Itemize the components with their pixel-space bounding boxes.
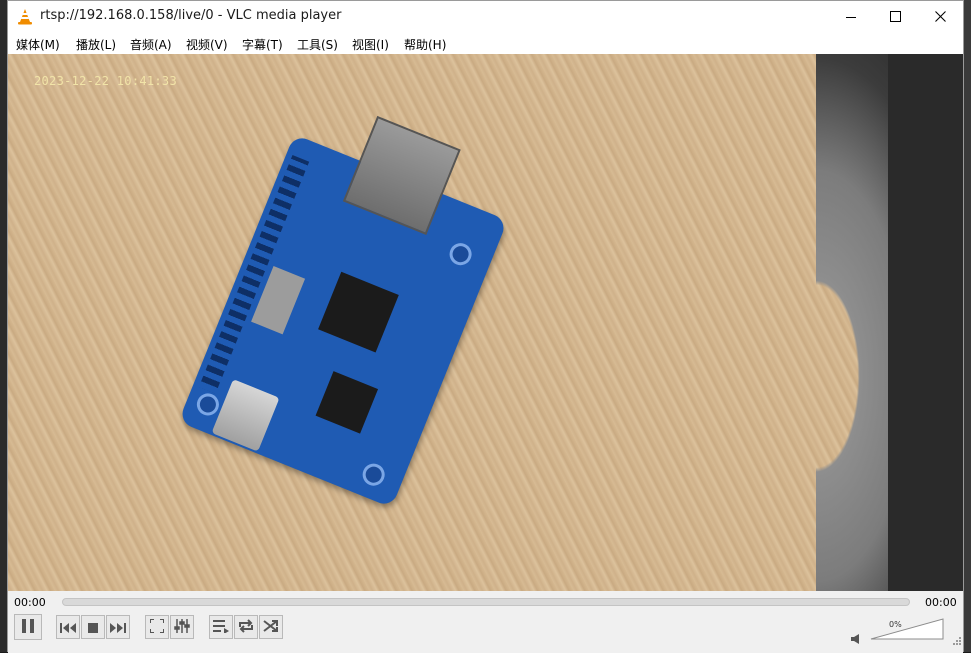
fullscreen-icon: [149, 617, 165, 637]
minimize-icon: [846, 12, 856, 22]
stop-icon: [88, 618, 98, 637]
loop-button[interactable]: [234, 615, 258, 639]
memory-chip: [315, 371, 379, 434]
menu-media[interactable]: 媒体(M): [16, 36, 60, 53]
maximize-button[interactable]: [872, 1, 918, 32]
ethernet-port: [342, 115, 461, 235]
menu-subtitle[interactable]: 字幕(T): [242, 36, 283, 53]
previous-icon: [60, 618, 76, 637]
playlist-icon: [213, 618, 229, 637]
extended-settings-icon: [174, 618, 190, 637]
minimize-button[interactable]: [828, 1, 874, 32]
title-bar[interactable]: rtsp://192.168.0.158/live/0 - VLC media …: [8, 1, 963, 32]
menu-view[interactable]: 视图(I): [352, 36, 389, 53]
next-icon: [110, 618, 126, 637]
video-dark-region: [888, 54, 963, 591]
stop-button[interactable]: [81, 615, 105, 639]
desktop-background-right: [964, 0, 971, 652]
usb-c-port: [211, 379, 280, 452]
fullscreen-button[interactable]: [145, 615, 169, 639]
extended-settings-button[interactable]: [170, 615, 194, 639]
soc-chip: [318, 271, 399, 353]
resize-grip-icon[interactable]: [953, 631, 962, 650]
shuffle-button[interactable]: [259, 615, 283, 639]
close-button[interactable]: [917, 1, 963, 32]
mount-hole: [359, 460, 388, 489]
vlc-cone-icon: [17, 8, 33, 25]
menu-bar: 媒体(M) 播放(L) 音频(A) 视频(V) 字幕(T) 工具(S) 视图(I…: [8, 32, 963, 54]
mount-hole: [446, 239, 475, 269]
previous-button[interactable]: [56, 615, 80, 639]
vlc-window: rtsp://192.168.0.158/live/0 - VLC media …: [7, 0, 964, 653]
control-bar: 00:00 00:00 0%: [8, 591, 963, 653]
pause-button[interactable]: [14, 614, 42, 640]
menu-playback[interactable]: 播放(L): [76, 36, 116, 53]
pause-icon: [21, 618, 35, 637]
menu-help[interactable]: 帮助(H): [404, 36, 446, 53]
volume-label: 0%: [889, 620, 902, 629]
playlist-button[interactable]: [209, 615, 233, 639]
video-timestamp-overlay: 2023-12-22 10:41:33: [34, 74, 177, 88]
volume-slider[interactable]: [870, 618, 944, 644]
close-icon: [934, 11, 946, 22]
menu-tools[interactable]: 工具(S): [297, 36, 338, 53]
maximize-icon: [889, 11, 901, 22]
menu-audio[interactable]: 音频(A): [130, 36, 172, 53]
loop-icon: [238, 618, 254, 637]
shuffle-icon: [263, 618, 279, 637]
seek-slider[interactable]: [62, 598, 910, 606]
desktop-background-left: [0, 0, 7, 652]
menu-video[interactable]: 视频(V): [186, 36, 228, 53]
speaker-icon[interactable]: [851, 629, 860, 648]
dev-board-image: [178, 115, 508, 508]
window-title: rtsp://192.168.0.158/live/0 - VLC media …: [40, 8, 342, 23]
video-area[interactable]: 2023-12-22 10:41:33: [8, 54, 963, 591]
next-button[interactable]: [106, 615, 130, 639]
total-time: 00:00: [925, 596, 957, 609]
elapsed-time: 00:00: [14, 596, 46, 609]
